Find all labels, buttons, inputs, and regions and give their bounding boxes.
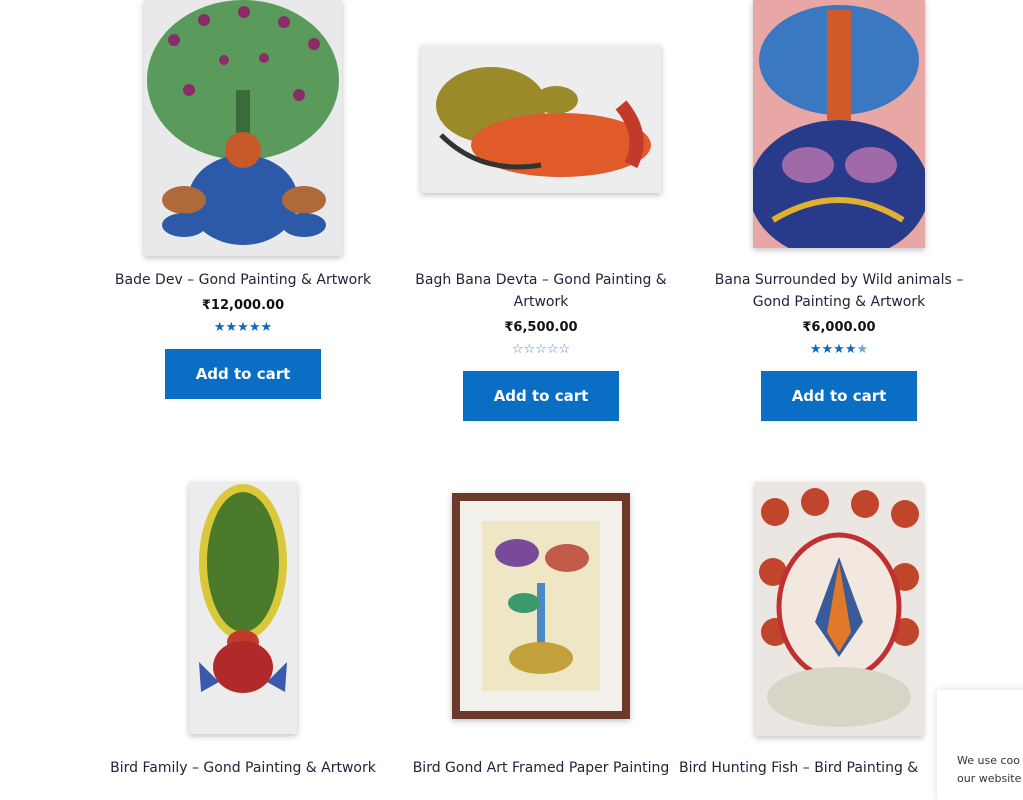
product-price: ₹6,000.00 [802, 320, 876, 335]
product-image[interactable] [144, 0, 342, 256]
add-to-cart-button[interactable]: Add to cart [463, 371, 619, 421]
product-title[interactable]: Bird Gond Art Framed Paper Painting [401, 757, 681, 779]
cookie-notice-text: We use coo our website [957, 754, 1022, 785]
product-title[interactable]: Bade Dev – Gond Painting & Artwork [103, 269, 383, 291]
product-image[interactable] [753, 0, 925, 248]
star-rating: ★★★★★ [809, 342, 869, 357]
star-rating: ★★★★★ [213, 320, 273, 335]
add-to-cart-button[interactable]: Add to cart [165, 349, 321, 399]
product-title[interactable]: Bird Hunting Fish – Bird Painting & Artw… [679, 757, 919, 779]
product-image[interactable] [189, 482, 297, 734]
star-rating: ☆☆☆☆☆ [511, 342, 571, 357]
product-title[interactable]: Bagh Bana Devta – Gond Painting & Artwor… [401, 269, 681, 313]
product-title[interactable]: Bana Surrounded by Wild animals – Gond P… [699, 269, 979, 313]
product-image[interactable] [755, 482, 923, 736]
product-price: ₹12,000.00 [201, 298, 285, 313]
product-price: ₹6,500.00 [504, 320, 578, 335]
add-to-cart-button[interactable]: Add to cart [761, 371, 917, 421]
cookie-notice: We use coo our website [937, 690, 1023, 800]
product-image[interactable] [421, 45, 661, 193]
product-image[interactable] [452, 493, 630, 719]
product-title[interactable]: Bird Family – Gond Painting & Artwork [103, 757, 383, 779]
